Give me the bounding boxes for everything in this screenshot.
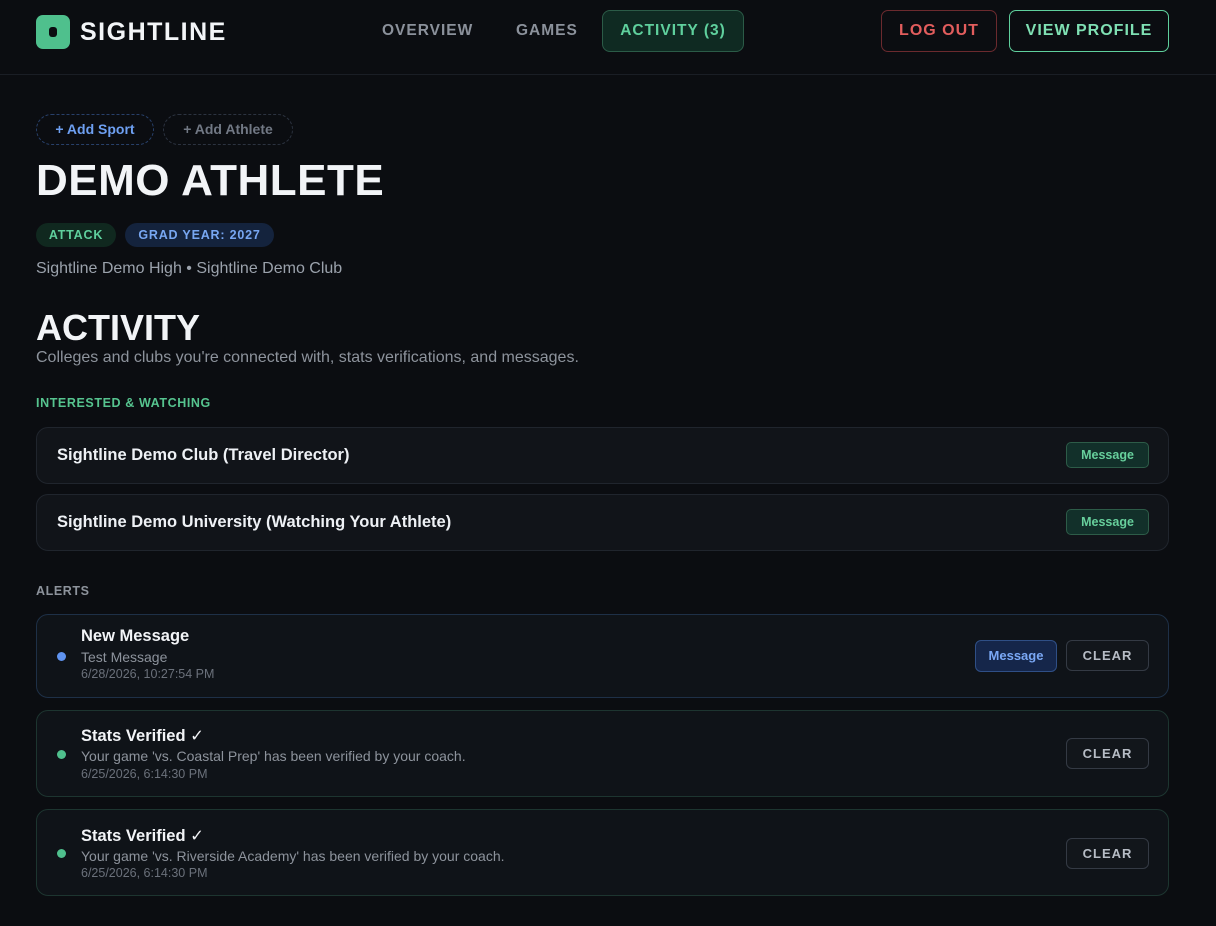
alert-timestamp: 6/25/2026, 6:14:30 PM [81, 767, 208, 781]
activity-subtitle: Colleges and clubs you're connected with… [36, 349, 579, 366]
status-dot-icon [57, 750, 66, 759]
alert-title: New Message [81, 627, 190, 645]
activity-title: ACTIVITY [36, 307, 201, 348]
alert-title: Stats Verified ✓ [81, 727, 204, 745]
athlete-name: DEMO ATHLETE [36, 156, 385, 205]
alert-message-button[interactable]: Message [975, 640, 1057, 672]
alert-body: Your game 'vs. Coastal Prep' has been ve… [81, 748, 466, 764]
watching-item-name: Sightline Demo Club (Travel Director) [57, 446, 350, 464]
alert-card: Stats Verified ✓ Your game 'vs. Riversid… [36, 809, 1169, 896]
grad-year-tag: GRAD YEAR: 2027 [125, 223, 274, 247]
alert-timestamp: 6/28/2026, 10:27:54 PM [81, 667, 215, 681]
watching-item: Sightline Demo University (Watching Your… [36, 494, 1169, 551]
alert-clear-button[interactable]: CLEAR [1066, 838, 1149, 869]
view-profile-button[interactable]: VIEW PROFILE [1009, 10, 1169, 52]
message-button[interactable]: Message [1066, 509, 1149, 535]
brand-logo[interactable]: SIGHTLINE [36, 14, 227, 50]
nav-games[interactable]: GAMES [496, 10, 598, 52]
alert-clear-button[interactable]: CLEAR [1066, 738, 1149, 769]
watching-item-name: Sightline Demo University (Watching Your… [57, 513, 452, 531]
sightline-logo-icon [36, 15, 70, 49]
logout-button[interactable]: LOG OUT [881, 10, 997, 52]
alert-body: Your game 'vs. Riverside Academy' has be… [81, 848, 505, 864]
alert-title: Stats Verified ✓ [81, 827, 204, 845]
brand-name: SIGHTLINE [80, 17, 227, 46]
add-sport-button[interactable]: + Add Sport [36, 114, 154, 145]
alerts-label: ALERTS [36, 584, 90, 598]
top-header: SIGHTLINE OVERVIEW GAMES ACTIVITY (3) LO… [0, 0, 1216, 75]
alert-clear-button[interactable]: CLEAR [1066, 640, 1149, 671]
interested-watching-label: INTERESTED & WATCHING [36, 396, 211, 410]
unread-dot-icon [57, 652, 66, 661]
alert-body: Test Message [81, 649, 168, 665]
status-dot-icon [57, 849, 66, 858]
watching-item: Sightline Demo Club (Travel Director) Me… [36, 427, 1169, 484]
alert-card: New Message Test Message 6/28/2026, 10:2… [36, 614, 1169, 698]
nav-overview[interactable]: OVERVIEW [362, 10, 493, 52]
alert-card: Stats Verified ✓ Your game 'vs. Coastal … [36, 710, 1169, 797]
add-athlete-button[interactable]: + Add Athlete [163, 114, 293, 145]
nav-activity[interactable]: ACTIVITY (3) [602, 10, 744, 52]
position-tag: ATTACK [36, 223, 116, 247]
message-button[interactable]: Message [1066, 442, 1149, 468]
schools-line: Sightline Demo High • Sightline Demo Clu… [36, 260, 343, 277]
alert-timestamp: 6/25/2026, 6:14:30 PM [81, 866, 208, 880]
